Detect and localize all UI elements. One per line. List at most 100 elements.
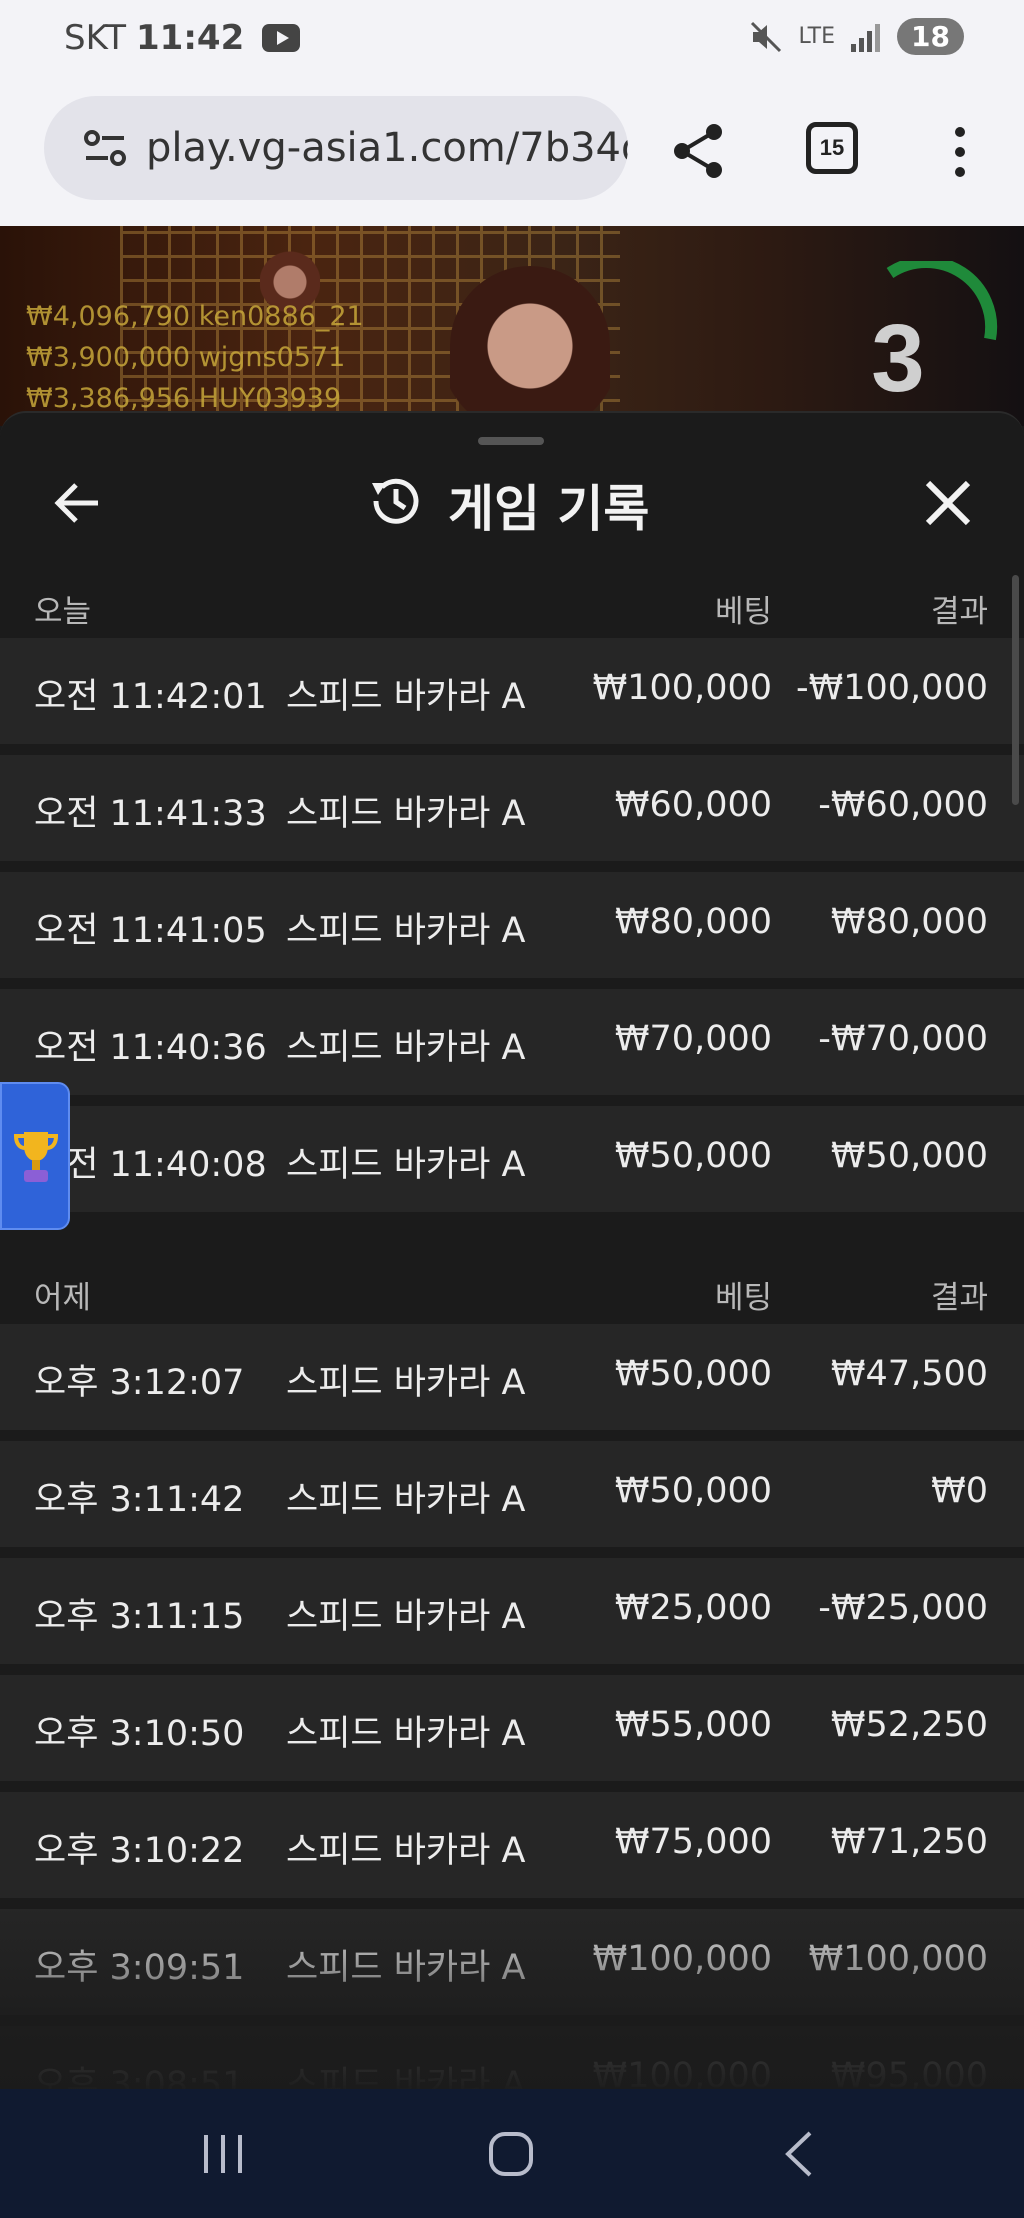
row-result: ₩95,000: [830, 2056, 988, 2089]
share-icon[interactable]: [668, 120, 730, 182]
youtube-notification-icon: [262, 24, 301, 52]
row-bet: ₩70,000: [614, 1019, 772, 1059]
row-result: -₩60,000: [818, 785, 988, 825]
battery-badge: 18: [897, 18, 964, 55]
history-row[interactable]: 오전 11:41:05 스피드 바카라 A ₩80,000 ₩80,000: [0, 872, 1024, 978]
drag-handle[interactable]: [478, 437, 544, 445]
row-game: 스피드 바카라 A: [286, 794, 526, 834]
row-game: 스피드 바카라 A: [286, 1831, 526, 1871]
home-icon[interactable]: [486, 2129, 536, 2179]
row-game: 스피드 바카라 A: [286, 1480, 526, 1520]
row-bet: ₩50,000: [614, 1136, 772, 1176]
row-game: 스피드 바카라 A: [286, 1028, 526, 1068]
row-bet: ₩60,000: [614, 785, 772, 825]
row-time: 오전 11:41:05: [34, 911, 267, 951]
winners-leaderboard: ₩4,096,790 ken0886_21 ₩3,900,000 wjgns05…: [26, 296, 364, 419]
row-game: 스피드 바카라 A: [286, 1948, 526, 1988]
row-time: 오전 11:42:01: [34, 677, 267, 717]
row-result: -₩25,000: [818, 1588, 988, 1628]
row-result: ₩71,250: [830, 1822, 988, 1862]
bet-column-header: 베팅: [714, 1280, 772, 1316]
row-game: 스피드 바카라 A: [286, 1714, 526, 1754]
countdown-number: 3: [871, 305, 925, 412]
row-result: ₩0: [931, 1471, 988, 1511]
history-row[interactable]: 오전 11:40:08 스피드 바카라 A ₩50,000 ₩50,000: [0, 1106, 1024, 1212]
row-result: ₩50,000: [830, 1136, 988, 1176]
section-day-label: 어제: [34, 1280, 92, 1316]
system-nav-bar: [0, 2089, 1024, 2218]
scrollbar[interactable]: [1012, 575, 1019, 805]
row-bet: ₩50,000: [614, 1471, 772, 1511]
row-result: ₩80,000: [830, 902, 988, 942]
clock: 11:42: [136, 18, 245, 58]
history-row[interactable]: 오후 3:10:50 스피드 바카라 A ₩55,000 ₩52,250: [0, 1675, 1024, 1781]
row-bet: ₩25,000: [614, 1588, 772, 1628]
leaderboard-row: ₩3,900,000 wjgns0571: [26, 342, 346, 373]
row-bet: ₩100,000: [592, 1939, 772, 1979]
dealer: [450, 266, 610, 426]
history-row[interactable]: 오전 11:41:33 스피드 바카라 A ₩60,000 -₩60,000: [0, 755, 1024, 861]
row-result: ₩52,250: [830, 1705, 988, 1745]
signal-icon: [851, 23, 881, 52]
row-bet: ₩50,000: [614, 1354, 772, 1394]
section-header-today: 오늘 베팅 결과: [0, 560, 1024, 650]
row-result: ₩47,500: [830, 1354, 988, 1394]
row-result: -₩100,000: [796, 668, 988, 708]
mute-icon: [751, 21, 782, 52]
row-result: -₩70,000: [818, 1019, 988, 1059]
tab-switcher-button[interactable]: 15: [806, 122, 858, 174]
row-time: 오후 3:11:42: [34, 1480, 245, 1520]
history-row[interactable]: 오후 3:11:15 스피드 바카라 A ₩25,000 -₩25,000: [0, 1558, 1024, 1664]
result-column-header: 결과: [930, 594, 988, 630]
row-bet: ₩80,000: [614, 902, 772, 942]
row-game: 스피드 바카라 A: [286, 1145, 526, 1185]
row-game: 스피드 바카라 A: [286, 1597, 526, 1637]
close-icon[interactable]: [922, 477, 974, 529]
row-bet: ₩100,000: [592, 2056, 772, 2089]
history-row[interactable]: 오후 3:12:07 스피드 바카라 A ₩50,000 ₩47,500: [0, 1324, 1024, 1430]
status-bar: SKT 11:42 LTE 18: [0, 0, 1024, 80]
row-result: ₩100,000: [808, 1939, 988, 1979]
browser-toolbar: play.vg-asia1.com/7b34d2 15: [0, 80, 1024, 226]
row-game: 스피드 바카라 A: [286, 2065, 526, 2089]
status-left: SKT 11:42: [64, 18, 301, 58]
row-time: 오전 11:41:33: [34, 794, 267, 834]
trophy-icon: [13, 1132, 59, 1182]
bet-column-header: 베팅: [714, 594, 772, 630]
url-text[interactable]: play.vg-asia1.com/7b34d2: [146, 125, 628, 171]
status-right: LTE 18: [748, 18, 964, 55]
history-row[interactable]: 오후 3:11:42 스피드 바카라 A ₩50,000 ₩0: [0, 1441, 1024, 1547]
section-header-yesterday: 어제 베팅 결과: [0, 1246, 1024, 1336]
row-time: 오후 3:12:07: [34, 1363, 245, 1403]
history-row[interactable]: 오후 3:08:51 스피드 바카라 A ₩100,000 ₩95,000: [0, 2026, 1024, 2089]
row-bet: ₩75,000: [614, 1822, 772, 1862]
game-history-sheet: 게임 기록 오늘 베팅 결과 오전 11:42:01 스피드 바카라 A ₩10…: [0, 411, 1024, 2089]
history-row[interactable]: 오전 11:42:01 스피드 바카라 A ₩100,000 -₩100,000: [0, 638, 1024, 744]
row-bet: ₩55,000: [614, 1705, 772, 1745]
row-game: 스피드 바카라 A: [286, 911, 526, 951]
live-video: ₩4,096,790 ken0886_21 ₩3,900,000 wjgns05…: [0, 226, 1024, 426]
row-bet: ₩100,000: [592, 668, 772, 708]
arrow-left-icon[interactable]: [52, 478, 102, 528]
recent-apps-icon[interactable]: [198, 2131, 248, 2177]
section-day-label: 오늘: [34, 594, 92, 630]
site-settings-icon[interactable]: [76, 118, 136, 178]
leaderboard-row: ₩4,096,790 ken0886_21: [26, 301, 364, 332]
row-time: 오후 3:08:51: [34, 2065, 245, 2089]
more-vert-icon[interactable]: [948, 122, 972, 182]
row-time: 오후 3:10:50: [34, 1714, 245, 1754]
address-bar[interactable]: play.vg-asia1.com/7b34d2: [44, 96, 628, 200]
back-nav-icon[interactable]: [780, 2129, 820, 2179]
row-game: 스피드 바카라 A: [286, 1363, 526, 1403]
result-column-header: 결과: [930, 1280, 988, 1316]
history-icon: [372, 478, 419, 524]
history-row[interactable]: 오전 11:40:36 스피드 바카라 A ₩70,000 -₩70,000: [0, 989, 1024, 1095]
trophy-side-tab[interactable]: [0, 1082, 70, 1230]
row-game: 스피드 바카라 A: [286, 677, 526, 717]
history-row[interactable]: 오후 3:10:22 스피드 바카라 A ₩75,000 ₩71,250: [0, 1792, 1024, 1898]
row-time: 오후 3:11:15: [34, 1597, 245, 1637]
history-row[interactable]: 오후 3:09:51 스피드 바카라 A ₩100,000 ₩100,000: [0, 1909, 1024, 2015]
row-time: 오후 3:09:51: [34, 1948, 245, 1988]
row-time: 오전 11:40:36: [34, 1028, 267, 1068]
sheet-title: 게임 기록: [448, 480, 650, 538]
